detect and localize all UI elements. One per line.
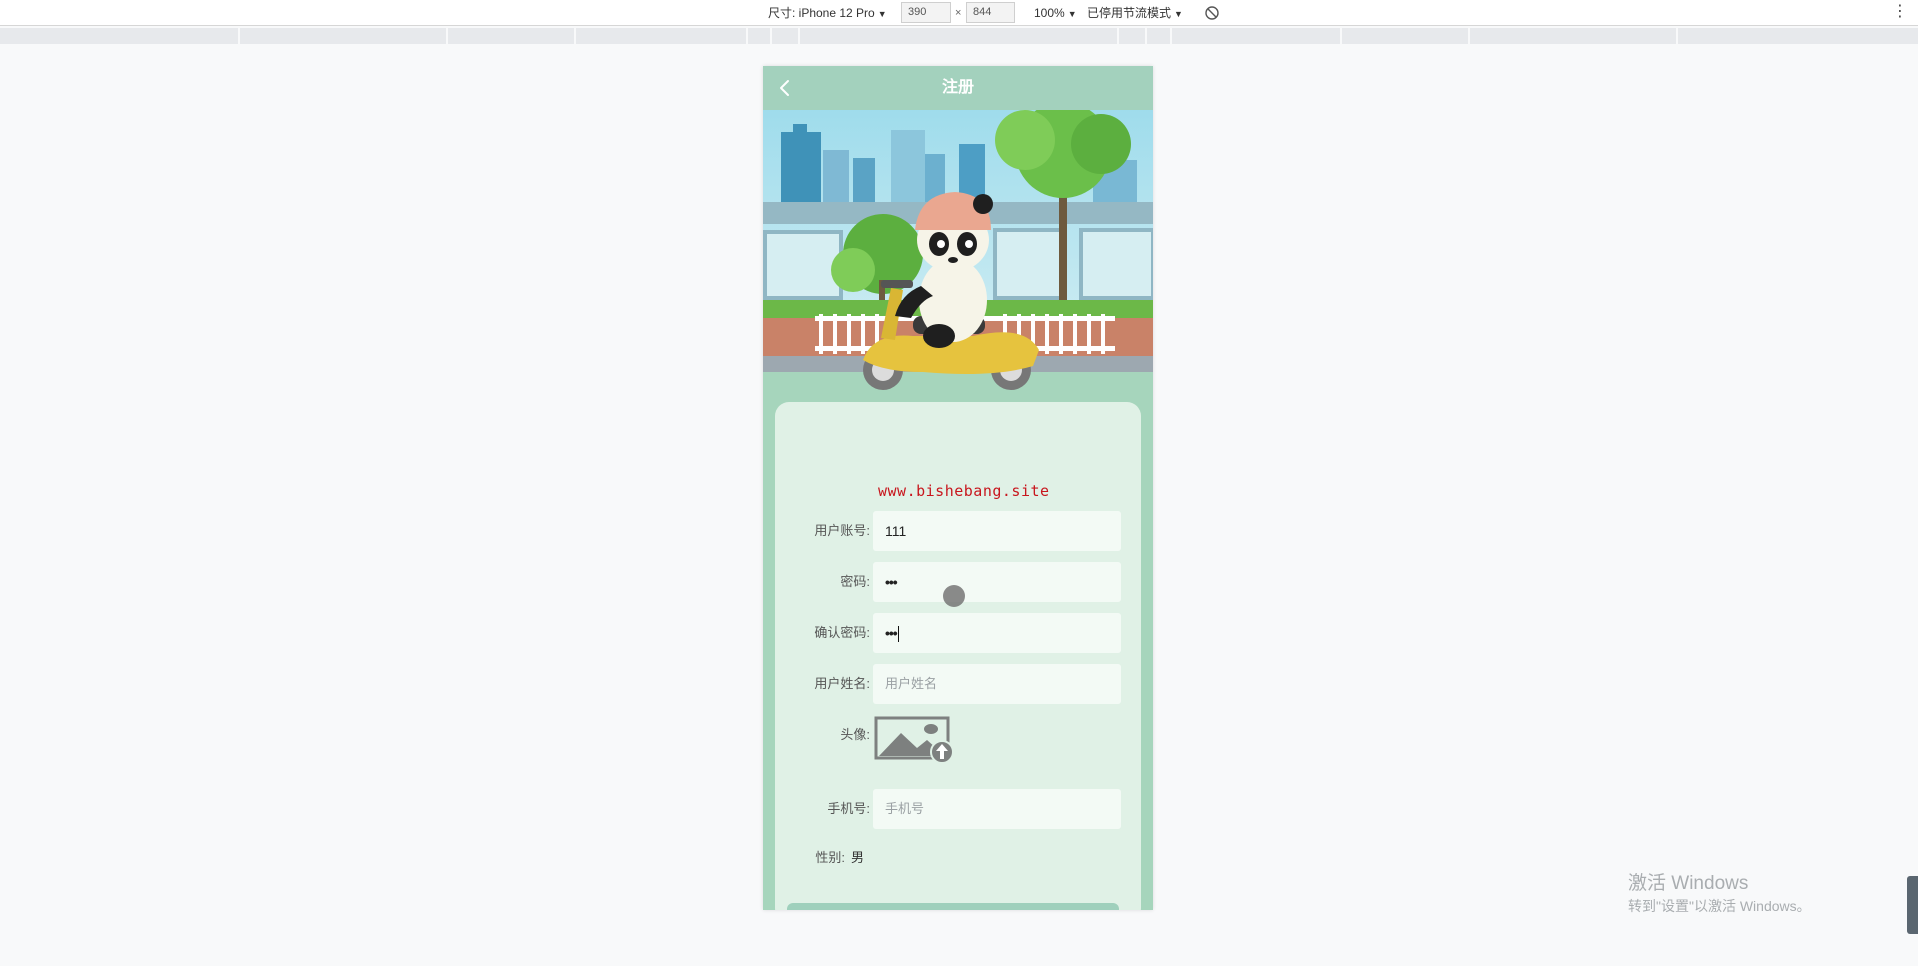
watermark-text: www.bishebang.site	[878, 482, 1050, 500]
more-vertical-icon[interactable]: ⋮	[1892, 3, 1908, 21]
rotate-icon[interactable]	[1205, 6, 1219, 20]
avatar-label: 头像:	[840, 727, 870, 742]
account-input[interactable]: 111	[873, 511, 1121, 551]
password-input[interactable]: •••	[873, 562, 1121, 602]
confirm-password-value: •••	[885, 625, 898, 641]
password-label: 密码:	[840, 574, 870, 589]
nav-bar: 注册	[763, 66, 1153, 110]
activation-title: 激活 Windows	[1628, 873, 1749, 894]
throttle-select[interactable]: 已停用节流模式 ▼	[1087, 0, 1183, 26]
avatar-row: 头像:	[775, 715, 1141, 771]
account-row: 用户账号: 111	[775, 511, 1141, 551]
side-widget-tab[interactable]	[1907, 876, 1918, 934]
gender-label: 性别:	[815, 850, 845, 865]
back-chevron-icon[interactable]	[775, 78, 795, 98]
device-select[interactable]: 尺寸: iPhone 12 Pro ▼	[768, 0, 887, 26]
confirm-password-label: 确认密码:	[814, 625, 870, 640]
ruler-divider	[798, 28, 800, 44]
name-input[interactable]: 用户姓名	[873, 664, 1121, 704]
ruler-divider	[1117, 28, 1119, 44]
ruler-divider	[1145, 28, 1147, 44]
touch-cursor	[943, 585, 965, 607]
ruler-divider	[238, 28, 240, 44]
ruler-divider	[1676, 28, 1678, 44]
activation-subtitle: 转到"设置"以激活 Windows。	[1628, 898, 1811, 914]
gender-select[interactable]: 男	[851, 848, 864, 868]
devtools-device-toolbar: 尺寸: iPhone 12 Pro ▼ 390 × 844 100% ▼ 已停用节流…	[0, 0, 1918, 26]
banner-illustration	[763, 110, 1153, 390]
gender-row: 性别: 男	[775, 848, 1141, 868]
media-query-ruler[interactable]	[0, 28, 1918, 44]
account-label: 用户账号:	[814, 523, 870, 538]
zoom-select[interactable]: 100% ▼	[1034, 0, 1077, 26]
chevron-down-icon: ▼	[1067, 9, 1077, 19]
phone-input[interactable]: 手机号	[873, 789, 1121, 829]
name-row: 用户姓名: 用户姓名	[775, 664, 1141, 704]
ruler-divider	[446, 28, 448, 44]
device-select-label: 尺寸: iPhone 12 Pro	[768, 6, 875, 20]
phone-row: 手机号: 手机号	[775, 789, 1141, 829]
chevron-down-icon: ▼	[1174, 9, 1183, 19]
page-title: 注册	[941, 79, 974, 96]
height-input[interactable]: 844	[966, 2, 1015, 23]
name-label: 用户姓名:	[814, 676, 870, 691]
ruler-divider	[574, 28, 576, 44]
confirm-password-input[interactable]: •••	[873, 613, 1121, 653]
text-cursor	[897, 626, 899, 643]
phone-label: 手机号:	[827, 801, 870, 816]
zoom-label: 100%	[1034, 6, 1065, 20]
image-upload-icon[interactable]	[873, 715, 955, 765]
ruler-divider	[1340, 28, 1342, 44]
windows-activation-notice: 激活 Windows 转到"设置"以激活 Windows。	[1628, 872, 1811, 916]
confirm-password-row: 确认密码: •••	[775, 613, 1141, 653]
register-button[interactable]: 注册	[787, 903, 1119, 910]
times-sign: ×	[955, 7, 962, 19]
throttle-label: 已停用节流模式	[1087, 6, 1172, 20]
register-form: 用户账号: 111 密码: ••• 确认密码: ••• 用户姓名: 用户姓名 头…	[775, 402, 1141, 910]
ruler-divider	[1170, 28, 1172, 44]
ruler-divider	[1468, 28, 1470, 44]
chevron-down-icon: ▼	[877, 9, 887, 19]
ruler-divider	[770, 28, 772, 44]
width-input[interactable]: 390	[901, 2, 951, 23]
ruler-divider	[746, 28, 748, 44]
